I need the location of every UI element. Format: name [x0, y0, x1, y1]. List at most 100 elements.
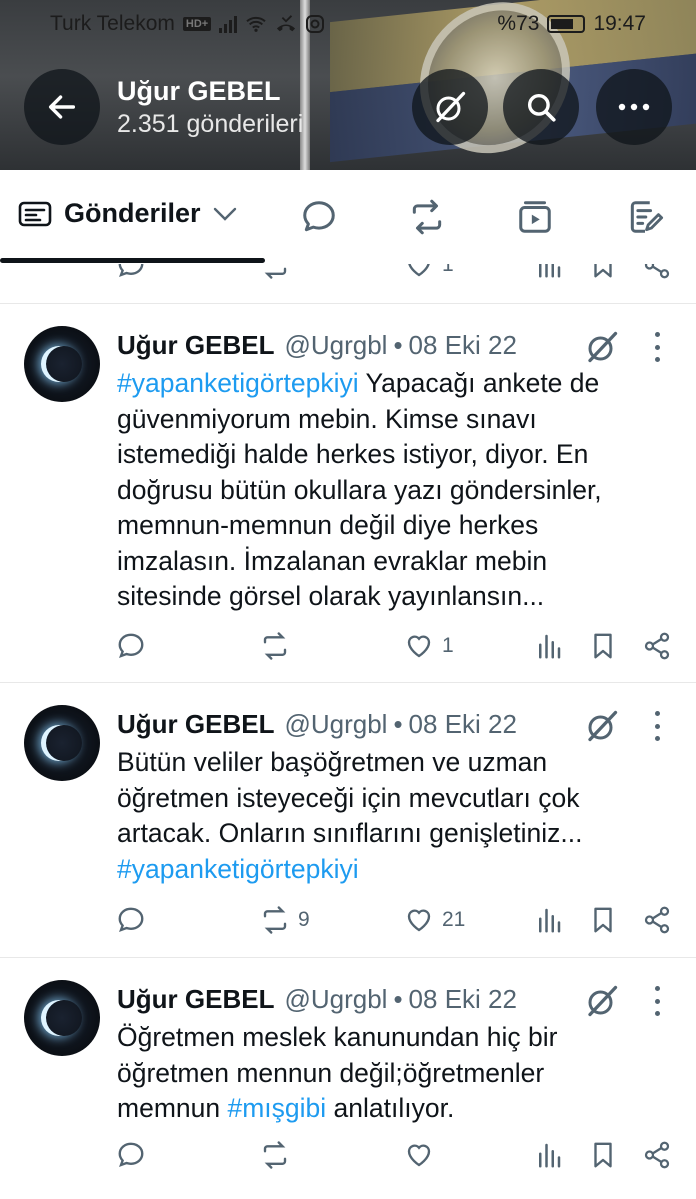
instagram-icon	[306, 15, 325, 33]
reply-button[interactable]	[116, 1140, 146, 1170]
repost-icon	[263, 1141, 287, 1169]
post-count: 2.351 gönderileri	[117, 110, 304, 138]
share-icon	[644, 906, 670, 934]
repost-icon	[264, 267, 287, 279]
tab-reposts-icon[interactable]	[408, 198, 446, 236]
tweet-more-icon[interactable]	[650, 332, 664, 362]
tweet-text-line: doğrusu bütün okullara yazı göndersinler…	[117, 473, 677, 509]
like-button[interactable]: 1	[404, 631, 454, 661]
tweet-text-segment: anlatılıyor.	[326, 1093, 455, 1123]
tweet-date[interactable]: 08 Eki 22	[409, 984, 517, 1015]
repost-button[interactable]	[260, 1140, 298, 1170]
avatar[interactable]	[24, 705, 100, 781]
bookmark-icon	[594, 264, 612, 278]
hashtag-link[interactable]: #yapanketigörtepkiyi	[117, 854, 359, 884]
reply-button[interactable]	[116, 264, 146, 280]
tweet-more-icon[interactable]	[650, 986, 664, 1016]
author-handle[interactable]: @Ugrgbl	[284, 709, 387, 740]
tweet-text-segment: Öğretmen meslek kanunundan hiç bir	[117, 1022, 558, 1052]
tweet-card[interactable]: Uğur GEBEL @Ugrgbl • 08 Eki 22 Bütün vel…	[0, 683, 696, 958]
repost-button[interactable]: 9	[260, 905, 310, 935]
profile-name: Uğur GEBEL	[117, 76, 281, 106]
hashtag-link[interactable]: #yapanketigörtepkiyi	[117, 368, 359, 398]
bookmark-button[interactable]	[588, 264, 618, 280]
like-button[interactable]: 21	[404, 905, 465, 935]
grok-icon[interactable]	[584, 983, 620, 1019]
previous-tweet-actions: 1	[0, 264, 696, 304]
tab-posts[interactable]: Gönderiler	[18, 198, 237, 229]
tweet-text-segment: Yapacağı ankete de	[358, 368, 600, 398]
like-button[interactable]	[404, 1140, 442, 1170]
share-button[interactable]	[642, 631, 672, 661]
tweet-header: Uğur GEBEL @Ugrgbl • 08 Eki 22	[117, 984, 517, 1015]
share-button[interactable]	[642, 264, 672, 280]
crescent-moon-icon	[46, 346, 82, 382]
heart-icon	[407, 909, 431, 932]
hashtag-link[interactable]: #mışgibi	[227, 1093, 326, 1123]
bookmark-button[interactable]	[588, 631, 618, 661]
author-handle[interactable]: @Ugrgbl	[284, 984, 387, 1015]
tweet-text-line: imzalasın. İmzalanan evraklar mebin	[117, 544, 677, 580]
grok-button[interactable]	[412, 69, 488, 145]
views-icon	[539, 1143, 561, 1168]
reply-button[interactable]	[116, 631, 146, 661]
clock: 19:47	[593, 12, 646, 35]
tweet-text-segment: güvenmiyorum mebin. Kimse sınavı	[117, 403, 537, 434]
tweet-more-icon[interactable]	[650, 711, 664, 741]
tweet-text-line: Bütün veliler başöğretmen ve uzman	[117, 745, 677, 781]
tab-replies-icon[interactable]	[300, 198, 338, 236]
tweet-date[interactable]: 08 Eki 22	[409, 330, 517, 361]
views-button[interactable]	[534, 1140, 564, 1170]
reply-icon	[118, 633, 144, 658]
like-count: 1	[442, 634, 454, 657]
more-options-button[interactable]	[596, 69, 672, 145]
grok-icon[interactable]	[584, 708, 620, 744]
bookmark-button[interactable]	[588, 1140, 618, 1170]
tweet-header: Uğur GEBEL @Ugrgbl • 08 Eki 22	[117, 709, 517, 740]
author-name[interactable]: Uğur GEBEL	[117, 330, 274, 361]
grok-icon[interactable]	[584, 329, 620, 365]
separator-dot: •	[393, 330, 403, 360]
like-button[interactable]: 1	[404, 264, 454, 280]
carrier-label: Turk Telekom	[50, 12, 175, 35]
grok-icon	[436, 91, 466, 123]
tweet-card[interactable]: Uğur GEBEL @Ugrgbl • 08 Eki 22 #yapanket…	[0, 304, 696, 683]
tweet-text-line: öğretmen isteyeceği için mevcutları çok	[117, 781, 677, 817]
tab-articles-icon[interactable]	[626, 198, 664, 236]
avatar[interactable]	[24, 326, 100, 402]
heart-icon	[408, 264, 430, 277]
author-name[interactable]: Uğur GEBEL	[117, 709, 274, 740]
tab-media-icon[interactable]	[516, 198, 554, 236]
views-button[interactable]	[534, 264, 564, 280]
tweet-text-line: istemediği halde herkes istiyor, diyor. …	[117, 437, 677, 473]
bookmark-button[interactable]	[588, 905, 618, 935]
crescent-moon-icon	[46, 725, 82, 761]
repost-button[interactable]	[260, 631, 298, 661]
reply-button[interactable]	[116, 905, 146, 935]
more-dots-icon	[618, 103, 650, 111]
tweet-date[interactable]: 08 Eki 22	[409, 709, 517, 740]
signal-icon	[219, 15, 238, 33]
repost-icon	[263, 632, 287, 660]
share-button[interactable]	[642, 1140, 672, 1170]
separator-dot: •	[393, 984, 403, 1014]
author-name[interactable]: Uğur GEBEL	[117, 984, 274, 1015]
views-icon	[539, 264, 561, 278]
share-icon	[644, 264, 670, 279]
back-arrow-icon	[48, 95, 76, 119]
posts-icon	[18, 201, 52, 226]
views-button[interactable]	[534, 905, 564, 935]
avatar[interactable]	[24, 980, 100, 1056]
views-button[interactable]	[534, 631, 564, 661]
crescent-moon-icon	[46, 1000, 82, 1036]
author-handle[interactable]: @Ugrgbl	[284, 330, 387, 361]
tweet-actions: 1	[0, 631, 696, 671]
share-button[interactable]	[642, 905, 672, 935]
back-button[interactable]	[24, 69, 100, 145]
tweet-card[interactable]: Uğur GEBEL @Ugrgbl • 08 Eki 22 Öğretmen …	[0, 958, 696, 1198]
battery-percent: %73	[497, 12, 540, 35]
profile-banner: Turk Telekom HD+ %73 19:47 Uğur GEBEL 2.…	[0, 0, 696, 170]
missed-call-icon	[277, 15, 296, 32]
search-button[interactable]	[503, 69, 579, 145]
repost-button[interactable]	[260, 264, 290, 280]
